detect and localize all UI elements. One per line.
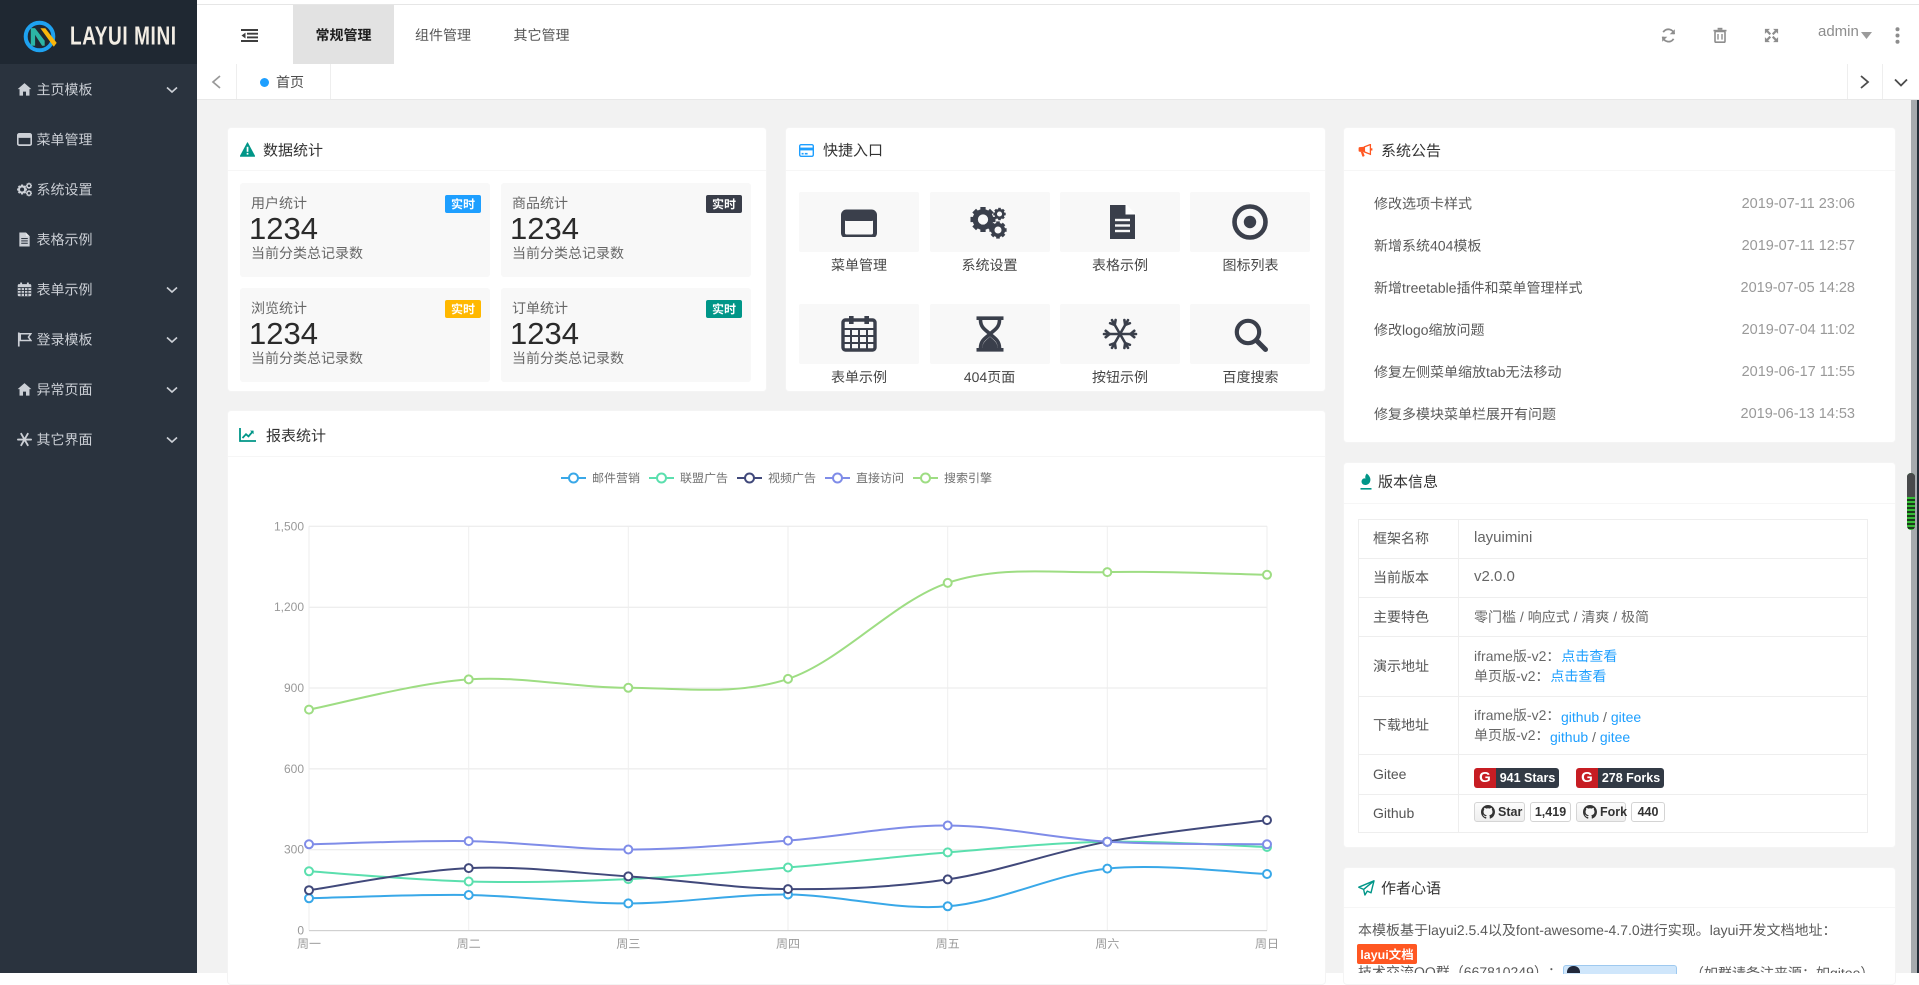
svg-text:300: 300: [284, 843, 304, 857]
svg-text:900: 900: [284, 681, 304, 695]
svg-text:0: 0: [297, 924, 304, 938]
svg-text:600: 600: [284, 762, 304, 776]
svg-text:1,500: 1,500: [274, 519, 304, 533]
svg-text:1,200: 1,200: [274, 600, 304, 614]
